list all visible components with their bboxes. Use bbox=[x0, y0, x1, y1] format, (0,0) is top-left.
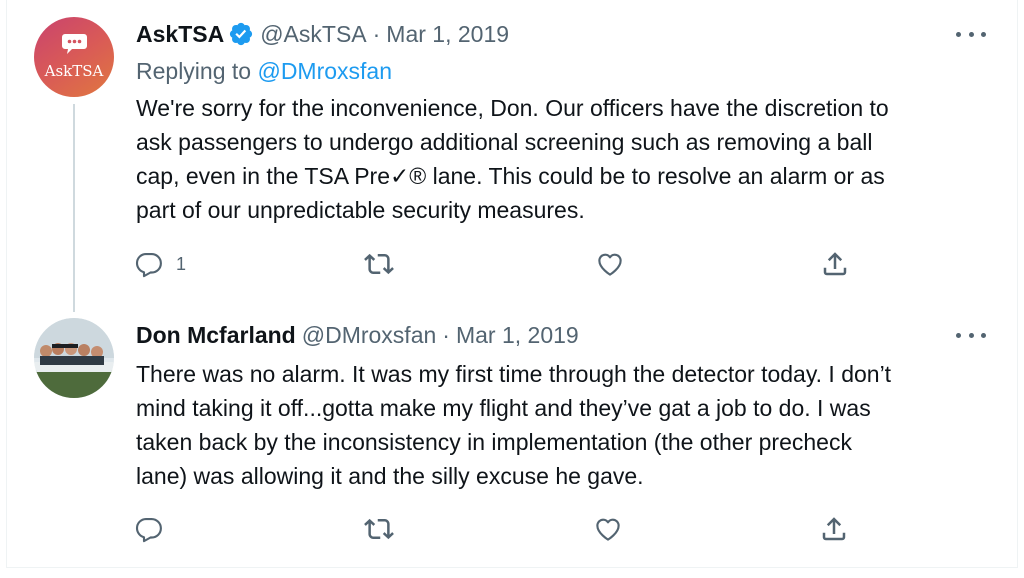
tweet-text-line: part of our unpredictable security measu… bbox=[136, 197, 585, 223]
tweet-text-line: mind taking it off...gotta make my fligh… bbox=[136, 395, 871, 421]
display-name[interactable]: Don Mcfarland bbox=[136, 322, 296, 349]
reply-icon bbox=[135, 517, 162, 543]
like-button[interactable] bbox=[595, 248, 625, 280]
retweet-button[interactable] bbox=[364, 513, 394, 545]
share-button[interactable] bbox=[819, 513, 849, 545]
tweet-text: There was no alarm. It was my first time… bbox=[136, 357, 986, 493]
heart-icon bbox=[598, 253, 622, 276]
avatar-don-mcfarland[interactable] bbox=[34, 318, 114, 398]
tweet-header: AskTSA @AskTSA · Mar 1, 2019 bbox=[136, 20, 509, 48]
reply-icon bbox=[135, 252, 162, 278]
tweet-text: We're sorry for the inconvenience, Don. … bbox=[136, 91, 986, 227]
thread-connector-line bbox=[73, 104, 75, 312]
chat-bubble-logo-icon bbox=[62, 34, 87, 54]
more-options-icon[interactable] bbox=[956, 329, 986, 341]
separator-dot: · bbox=[372, 20, 381, 47]
tweet-text-line: taken back by the inconsistency in imple… bbox=[136, 429, 852, 455]
verified-badge-icon bbox=[230, 22, 253, 46]
replying-to-label: Replying to bbox=[136, 58, 252, 84]
replying-to-line: Replying to @DMroxsfan bbox=[136, 58, 392, 85]
tweet-date[interactable]: Mar 1, 2019 bbox=[386, 21, 509, 48]
retweet-icon bbox=[364, 518, 394, 540]
separator-dot: · bbox=[442, 321, 450, 348]
tweet-date[interactable]: Mar 1, 2019 bbox=[456, 322, 579, 349]
reply-button[interactable]: 1 bbox=[134, 248, 186, 280]
heart-icon bbox=[596, 518, 620, 541]
tweet-text-line: There was no alarm. It was my first time… bbox=[136, 361, 892, 387]
tweet-header: Don Mcfarland @DMroxsfan · Mar 1, 2019 bbox=[136, 321, 579, 349]
share-button[interactable] bbox=[820, 248, 850, 280]
retweet-button[interactable] bbox=[364, 248, 394, 280]
avatar-asktsa[interactable]: AskTSA bbox=[34, 17, 114, 97]
display-name[interactable]: AskTSA bbox=[136, 21, 224, 48]
like-button[interactable] bbox=[593, 513, 623, 545]
tweet-text-line: cap, even in the TSA Pre✓® lane. This co… bbox=[136, 163, 885, 189]
more-options-icon[interactable] bbox=[956, 28, 986, 40]
reply-button[interactable] bbox=[134, 513, 164, 545]
tweet-text-line: We're sorry for the inconvenience, Don. … bbox=[136, 95, 889, 121]
replying-to-mention[interactable]: @DMroxsfan bbox=[257, 58, 392, 84]
tweet-text-line: lane) was allowing it and the silly excu… bbox=[136, 463, 644, 489]
share-icon bbox=[823, 252, 847, 276]
tweet-text-line: ask passengers to undergo additional scr… bbox=[136, 129, 873, 155]
user-handle[interactable]: @DMroxsfan bbox=[302, 322, 437, 349]
retweet-icon bbox=[364, 253, 394, 275]
avatar-logo-text: AskTSA bbox=[44, 62, 104, 80]
share-icon bbox=[822, 517, 846, 541]
profile-photo-icon bbox=[34, 318, 114, 398]
user-handle[interactable]: @AskTSA bbox=[260, 21, 366, 48]
reply-count: 1 bbox=[176, 253, 187, 274]
